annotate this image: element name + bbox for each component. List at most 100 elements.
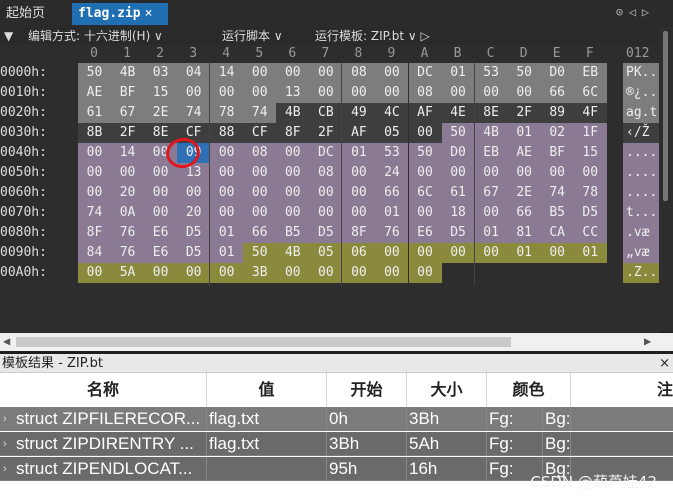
scroll-right-icon[interactable]: ▶ [644, 334, 651, 348]
hex-byte[interactable]: 78 [210, 103, 244, 123]
hex-byte[interactable]: 01 [474, 223, 508, 243]
hex-byte[interactable]: 4C [375, 103, 409, 123]
hex-byte[interactable]: 00 [375, 83, 409, 103]
hex-byte[interactable]: 8F [276, 123, 310, 143]
hex-byte[interactable]: 89 [540, 103, 574, 123]
hex-byte[interactable]: 18 [441, 203, 475, 223]
hex-byte[interactable]: 8E [144, 123, 178, 143]
hex-byte[interactable]: 00 [177, 83, 211, 103]
hex-byte[interactable]: 00 [573, 163, 607, 183]
hex-byte[interactable]: 00 [309, 63, 343, 83]
hex-byte[interactable]: 02 [540, 123, 574, 143]
hex-byte[interactable]: 8B [78, 123, 111, 143]
hex-byte[interactable]: BF [540, 143, 574, 163]
hex-byte[interactable]: 00 [408, 203, 442, 223]
hex-byte[interactable]: 61 [441, 183, 475, 203]
hex-byte[interactable]: 00 [276, 203, 310, 223]
hex-byte[interactable]: 00 [342, 83, 376, 103]
scroll-left-icon[interactable]: ◀ [3, 334, 10, 348]
run-script-dropdown[interactable]: 运行脚本 ∨ [222, 27, 283, 45]
ascii-text[interactable]: „væ [623, 243, 659, 263]
hex-byte[interactable]: 49 [342, 103, 376, 123]
hex-byte[interactable]: 66 [243, 223, 277, 243]
hex-byte[interactable]: AE [507, 143, 541, 163]
hex-byte[interactable]: 00 [309, 183, 343, 203]
horizontal-scrollbar[interactable]: ◀ ▶ [0, 333, 659, 351]
hex-byte[interactable]: 74 [177, 103, 211, 123]
hex-byte[interactable]: 50 [441, 123, 475, 143]
hex-byte[interactable]: 00 [441, 83, 475, 103]
ascii-text[interactable]: ®¿.. [623, 83, 659, 103]
hex-byte[interactable]: 00 [507, 163, 541, 183]
hex-byte[interactable]: 1F [573, 123, 607, 143]
hex-byte[interactable]: 00 [342, 163, 376, 183]
hex-byte[interactable]: 00 [276, 63, 310, 83]
hex-byte[interactable]: 00 [210, 143, 244, 163]
hex-byte[interactable]: 01 [342, 143, 376, 163]
hex-byte[interactable]: 67 [474, 183, 508, 203]
hex-byte[interactable]: 4B [276, 243, 310, 263]
hex-byte[interactable]: AF [408, 103, 442, 123]
hex-byte[interactable]: CB [309, 103, 343, 123]
hex-byte[interactable]: 24 [375, 163, 409, 183]
hex-byte[interactable]: 4E [441, 103, 475, 123]
hex-byte[interactable]: CC [573, 223, 607, 243]
hex-byte[interactable]: 00 [309, 203, 343, 223]
hex-byte[interactable]: 01 [210, 223, 244, 243]
hex-byte[interactable]: 00 [78, 183, 111, 203]
hex-byte[interactable]: 2F [309, 123, 343, 143]
hex-byte[interactable]: 15 [573, 143, 607, 163]
col-start-header[interactable]: 开始 [327, 373, 407, 407]
hex-byte[interactable]: 50 [507, 63, 541, 83]
hex-byte[interactable]: 00 [474, 83, 508, 103]
hex-byte[interactable]: 00 [375, 263, 409, 283]
hex-byte[interactable]: 53 [375, 143, 409, 163]
tab-prev-icon[interactable]: ◁ [626, 5, 639, 19]
hex-byte[interactable]: DC [408, 63, 442, 83]
ascii-text[interactable]: .Z.. [623, 263, 659, 283]
hex-byte[interactable]: 00 [276, 183, 310, 203]
hex-byte[interactable]: CF [243, 123, 277, 143]
hex-byte[interactable]: 06 [342, 243, 376, 263]
hex-byte[interactable]: 8F [342, 223, 376, 243]
hex-byte[interactable]: 00 [276, 163, 310, 183]
hex-byte[interactable]: 00 [276, 263, 310, 283]
hex-byte[interactable]: B5 [276, 223, 310, 243]
hex-byte[interactable]: 00 [507, 83, 541, 103]
hex-byte[interactable]: 04 [177, 63, 211, 83]
hex-byte[interactable]: 00 [408, 243, 442, 263]
hex-byte[interactable]: D5 [573, 203, 607, 223]
hex-byte[interactable]: 66 [540, 83, 574, 103]
hex-byte[interactable]: 00 [144, 263, 178, 283]
col-comment-header[interactable]: 注 [571, 373, 673, 407]
col-color-header[interactable]: 颜色 [487, 373, 571, 407]
hex-byte[interactable]: 00 [210, 263, 244, 283]
hex-byte[interactable]: 00 [111, 163, 145, 183]
ascii-text[interactable]: t... [623, 203, 659, 223]
tab-next-icon[interactable]: ▷ [639, 5, 652, 19]
hex-byte[interactable]: 00 [78, 143, 111, 163]
hex-byte[interactable]: 2F [111, 123, 145, 143]
hex-byte[interactable]: 6C [573, 83, 607, 103]
hex-byte[interactable]: 00 [177, 183, 211, 203]
hex-byte[interactable]: 74 [243, 103, 277, 123]
hex-byte[interactable]: 05 [309, 243, 343, 263]
hex-byte[interactable]: AE [78, 83, 111, 103]
hex-byte[interactable]: D5 [177, 223, 211, 243]
hex-byte[interactable]: 00 [342, 263, 376, 283]
hex-byte[interactable]: 84 [78, 243, 111, 263]
hex-byte[interactable]: 00 [276, 143, 310, 163]
hex-byte[interactable]: 00 [474, 163, 508, 183]
hex-byte[interactable]: 08 [408, 83, 442, 103]
close-tab-icon[interactable]: × [145, 6, 153, 21]
hex-byte[interactable]: 00 [342, 203, 376, 223]
ascii-text[interactable]: .... [623, 143, 659, 163]
hex-byte[interactable]: 00 [441, 163, 475, 183]
hex-byte[interactable]: 08 [342, 63, 376, 83]
hex-byte[interactable]: 00 [540, 243, 574, 263]
col-value-header[interactable]: 值 [207, 373, 327, 407]
hex-byte[interactable]: 66 [507, 203, 541, 223]
col-name-header[interactable]: 名称 [0, 373, 207, 407]
tab-list-icon[interactable]: ⊙ [613, 5, 626, 19]
hex-byte[interactable]: EB [573, 63, 607, 83]
